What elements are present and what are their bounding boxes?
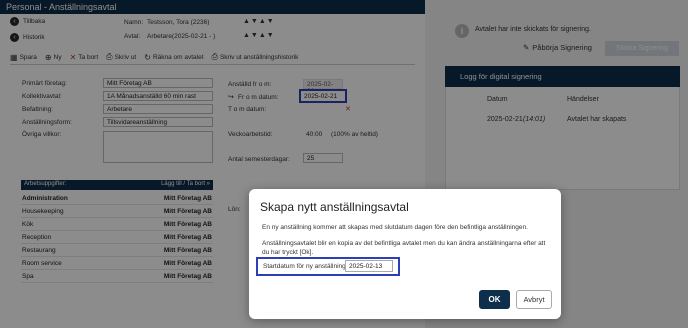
- ok-button[interactable]: OK: [479, 290, 510, 309]
- start-date-label: Startdatum för ny anställning:: [263, 263, 348, 270]
- dialog-text-2: Anställningsavtalet blir en kopia av det…: [262, 240, 546, 256]
- cancel-button[interactable]: Avbryt: [516, 290, 552, 309]
- dialog-text-1: En ny anställning kommer att skapas med …: [262, 224, 528, 231]
- dialog-title: Skapa nytt anställningsavtal: [260, 200, 409, 214]
- start-date-input[interactable]: 2025-02-13: [345, 260, 393, 272]
